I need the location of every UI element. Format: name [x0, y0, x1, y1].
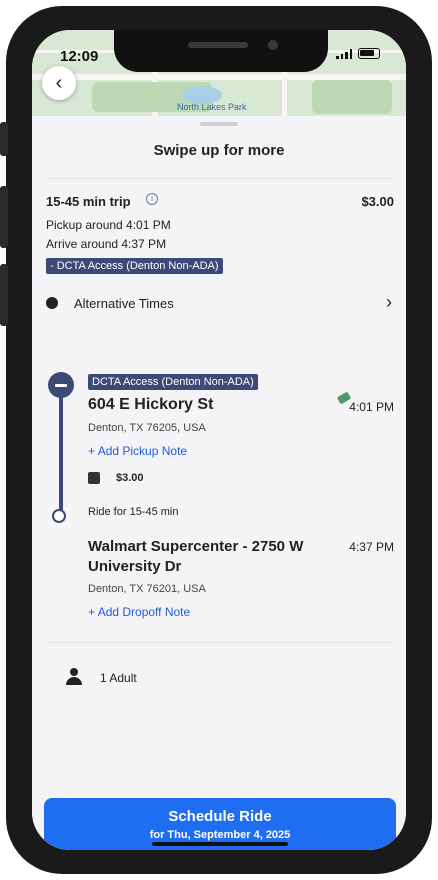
passenger-count[interactable]: 1 Adult	[100, 671, 137, 685]
alternative-times-label[interactable]: Alternative Times	[74, 296, 174, 311]
pickup-service-chip: DCTA Access (Denton Non-ADA)	[88, 374, 258, 390]
back-button[interactable]: ‹	[42, 66, 76, 100]
route-line	[59, 390, 63, 516]
notch	[114, 30, 328, 72]
arrive-estimate: Arrive around 4:37 PM	[46, 237, 167, 251]
volume-down-button	[0, 264, 8, 326]
fare-icon	[88, 472, 100, 484]
dropoff-address-name: Walmart Supercenter - 2750 W	[88, 538, 304, 555]
home-indicator[interactable]	[152, 842, 288, 846]
screen: North Lakes Park 12:09 ‹ Swipe up for mo…	[32, 30, 406, 850]
chevron-left-icon: ‹	[55, 71, 63, 94]
pickup-city: Denton, TX 76205, USA	[88, 422, 206, 434]
chevron-right-icon[interactable]: ›	[386, 292, 392, 313]
pickup-fare: $3.00	[116, 472, 144, 484]
clock-icon	[46, 297, 58, 309]
bottom-sheet[interactable]: Swipe up for more 15-45 min trip i $3.00…	[32, 116, 406, 850]
divider	[46, 642, 392, 643]
status-icons	[336, 48, 380, 59]
schedule-ride-date: for Thu, September 4, 2025	[149, 829, 291, 841]
dropoff-time: 4:37 PM	[349, 540, 394, 554]
silent-switch	[0, 122, 8, 156]
pickup-address-name: 604 E Hickory St	[88, 396, 214, 413]
info-icon[interactable]: i	[146, 193, 158, 205]
dropoff-marker-icon	[52, 509, 66, 523]
person-icon	[66, 668, 82, 686]
trip-duration: 15-45 min trip	[46, 194, 131, 209]
add-dropoff-note-link[interactable]: + Add Dropoff Note	[88, 605, 190, 619]
schedule-ride-label: Schedule Ride	[168, 808, 272, 825]
map-place-label: North Lakes Park	[177, 102, 247, 112]
plus-icon: +	[88, 605, 98, 619]
status-time: 12:09	[60, 48, 99, 65]
signal-icon	[336, 48, 352, 59]
battery-icon	[358, 48, 380, 59]
ride-duration: Ride for 15-45 min	[88, 506, 179, 518]
pickup-time: 4:01 PM	[349, 400, 394, 414]
trip-price: $3.00	[361, 194, 394, 209]
divider	[46, 178, 392, 179]
dropoff-address-name-cont: University Dr	[88, 558, 182, 575]
pickup-estimate: Pickup around 4:01 PM	[46, 218, 171, 232]
plus-icon: +	[88, 444, 98, 458]
map-park	[312, 80, 392, 114]
dropoff-city: Denton, TX 76201, USA	[88, 583, 206, 595]
sheet-handle[interactable]	[200, 122, 238, 126]
swipe-hint: Swipe up for more	[153, 142, 285, 159]
add-pickup-note-link[interactable]: + Add Pickup Note	[88, 444, 187, 458]
pickup-marker-icon	[48, 372, 74, 398]
volume-up-button	[0, 186, 8, 248]
service-chip: - DCTA Access (Denton Non-ADA)	[46, 258, 223, 274]
